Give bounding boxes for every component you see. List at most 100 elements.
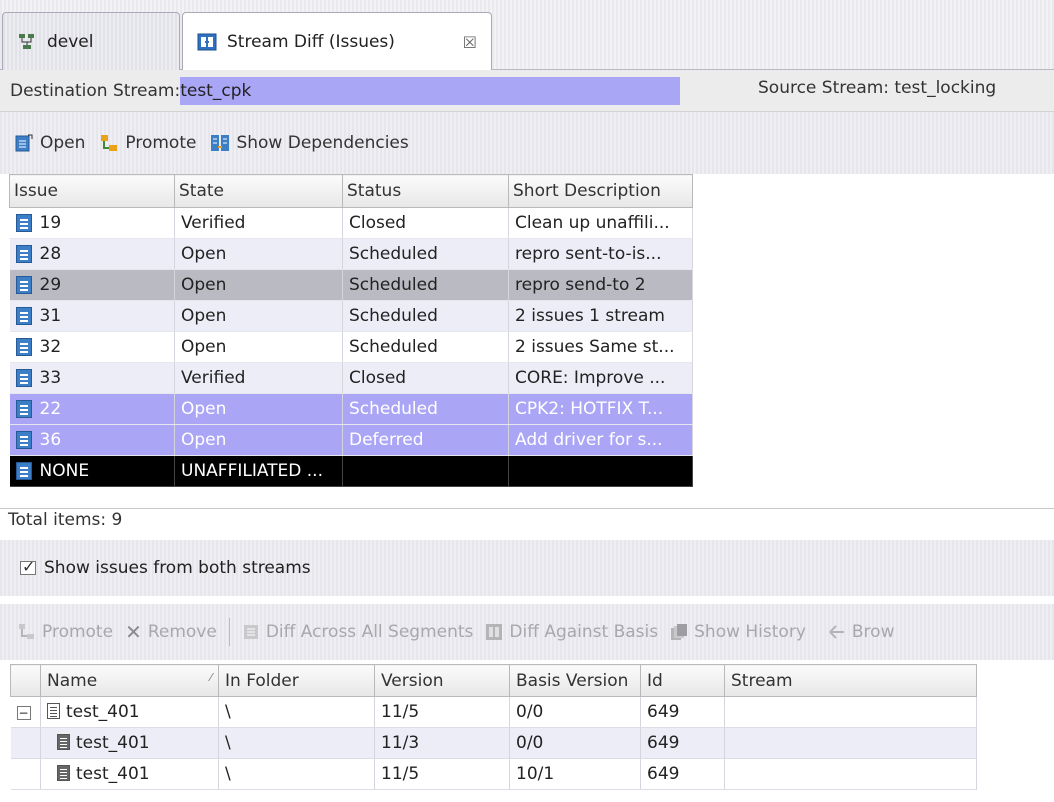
show-dependencies-button[interactable]: Show Dependencies xyxy=(210,133,409,153)
diff-basis-label: Diff Against Basis xyxy=(509,622,659,642)
issue-number: 28 xyxy=(39,244,62,264)
table-row[interactable]: 22 Open Scheduled CPK2: HOTFIX T... xyxy=(9,393,693,425)
issue-number: 32 xyxy=(39,337,62,357)
tab-label: Stream Diff (Issues) xyxy=(227,32,395,52)
column-header-status[interactable]: Status xyxy=(342,174,509,208)
issue-number: 33 xyxy=(39,368,62,388)
diff-across-segments-button[interactable]: Diff Across All Segments xyxy=(242,622,473,642)
files-header-row: Name ⁄ In Folder Version Basis Version Id… xyxy=(10,664,977,697)
issue-number: 19 xyxy=(39,213,62,233)
issues-table: Issue State Status Short Description 19 … xyxy=(9,174,693,487)
column-header-issue[interactable]: Issue xyxy=(9,174,175,208)
total-items: Total items: 9 xyxy=(8,510,123,530)
issue-number: 29 xyxy=(39,275,62,295)
file-basis-version: 0/0 xyxy=(509,727,641,759)
stream-info-bar: Destination Stream: test_cpk Source Stre… xyxy=(0,70,1054,112)
issue-icon xyxy=(15,338,32,356)
issue-status: Scheduled xyxy=(342,331,509,363)
issue-status: Closed xyxy=(342,362,509,394)
file-stream xyxy=(724,727,977,759)
source-stream-label: Source Stream: test_locking xyxy=(758,78,997,98)
tab-stream-diff[interactable]: Stream Diff (Issues) ☒ xyxy=(182,12,492,71)
issue-number: 36 xyxy=(39,430,62,450)
remove-button[interactable]: ✕ Remove xyxy=(125,620,217,644)
issue-status: Scheduled xyxy=(342,300,509,332)
file-stream xyxy=(724,758,977,790)
file-basis-version: 10/1 xyxy=(509,758,641,790)
file-version: 11/5 xyxy=(374,696,510,728)
issue-description: repro send-to 2 xyxy=(508,269,693,301)
issue-icon xyxy=(15,245,32,263)
column-header-name[interactable]: Name ⁄ xyxy=(40,664,219,697)
destination-stream-label: Destination Stream: xyxy=(10,80,181,101)
show-both-streams-checkbox[interactable] xyxy=(20,557,36,576)
table-row[interactable]: NONE UNAFFILIATED ... xyxy=(9,455,693,487)
issue-description: Clean up unaffili... xyxy=(508,207,693,239)
table-row[interactable]: test_401 \ 11/5 10/1 649 xyxy=(10,758,977,790)
column-header-stream[interactable]: Stream xyxy=(724,664,977,697)
column-header-basis-version[interactable]: Basis Version xyxy=(509,664,641,697)
table-row[interactable]: 28 Open Scheduled repro sent-to-is... xyxy=(9,238,693,270)
table-row[interactable]: 31 Open Scheduled 2 issues 1 stream xyxy=(9,300,693,332)
table-row[interactable]: 29 Open Scheduled repro send-to 2 xyxy=(9,269,693,301)
file-version-icon xyxy=(57,734,70,750)
browse-button[interactable]: Brow xyxy=(828,622,895,642)
column-header-id[interactable]: Id xyxy=(640,664,725,697)
issue-status: Scheduled xyxy=(342,393,509,425)
column-header-in-folder[interactable]: In Folder xyxy=(218,664,375,697)
stream-tree-icon xyxy=(17,32,37,52)
open-button[interactable]: Open xyxy=(14,133,85,153)
promote-button[interactable]: Promote xyxy=(99,133,196,153)
issue-number: 31 xyxy=(39,306,62,326)
close-icon[interactable]: ☒ xyxy=(463,33,477,52)
stream-diff-icon xyxy=(197,32,217,52)
column-header-state[interactable]: State xyxy=(174,174,343,208)
diff-against-basis-button[interactable]: Diff Against Basis xyxy=(485,622,658,642)
promote-icon xyxy=(19,624,34,639)
show-both-streams-label[interactable]: Show issues from both streams xyxy=(44,558,311,578)
dependencies-icon xyxy=(210,133,230,153)
file-folder: \ xyxy=(218,758,375,790)
editor-tab-bar: devel Stream Diff (Issues) ☒ xyxy=(0,0,1054,71)
files-promote-button[interactable]: Promote xyxy=(18,622,113,642)
file-version-icon xyxy=(57,765,70,781)
tab-devel[interactable]: devel xyxy=(2,12,180,70)
sort-ascending-icon: ⁄ xyxy=(210,670,212,684)
table-row[interactable]: 19 Verified Closed Clean up unaffili... xyxy=(9,207,693,239)
issue-state: Verified xyxy=(174,362,343,394)
show-history-button[interactable]: Show History xyxy=(670,622,806,642)
issue-number: NONE xyxy=(39,461,90,481)
issue-status: Scheduled xyxy=(342,269,509,301)
table-row[interactable]: test_401 \ 11/3 0/0 649 xyxy=(10,727,977,759)
issue-status: Deferred xyxy=(342,424,509,456)
collapse-icon[interactable]: − xyxy=(16,706,31,720)
issue-state: Open xyxy=(174,424,343,456)
issue-state: Open xyxy=(174,269,343,301)
toolbar-separator xyxy=(228,618,230,646)
table-row[interactable]: 36 Open Deferred Add driver for s... xyxy=(9,424,693,456)
destination-stream-value[interactable]: test_cpk xyxy=(180,76,681,105)
issue-icon xyxy=(15,462,32,480)
table-row[interactable]: 33 Verified Closed CORE: Improve ... xyxy=(9,362,693,394)
column-header-version[interactable]: Version xyxy=(374,664,510,697)
issue-state: Open xyxy=(174,331,343,363)
issue-description: CORE: Improve ... xyxy=(508,362,693,394)
files-toolbar: Promote ✕ Remove Diff Across All Segment… xyxy=(0,604,1054,660)
remove-label: Remove xyxy=(147,622,217,642)
table-row[interactable]: 32 Open Scheduled 2 issues Same st... xyxy=(9,331,693,363)
issue-description: repro sent-to-is... xyxy=(508,238,693,270)
column-header-short-description[interactable]: Short Description xyxy=(508,174,693,208)
issue-description: CPK2: HOTFIX T... xyxy=(508,393,693,425)
table-row[interactable]: − test_401 \ 11/5 0/0 649 xyxy=(10,696,977,728)
issue-state: Open xyxy=(174,238,343,270)
issue-status: Closed xyxy=(342,207,509,239)
issue-icon xyxy=(15,369,32,387)
issue-icon xyxy=(15,431,32,449)
issue-description: 2 issues Same st... xyxy=(508,331,693,363)
browse-label: Brow xyxy=(851,622,895,642)
issue-icon xyxy=(15,307,32,325)
show-history-label: Show History xyxy=(694,622,806,642)
issues-header-row: Issue State Status Short Description xyxy=(9,174,693,208)
file-id: 649 xyxy=(640,696,725,728)
open-label: Open xyxy=(40,133,86,153)
